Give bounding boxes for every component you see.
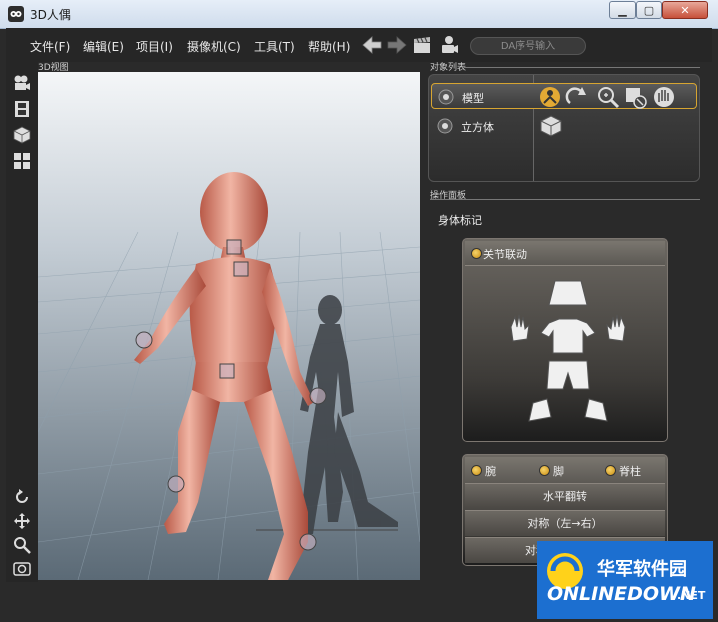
object-list-label: 对象列表 [430,63,467,73]
foot-radio[interactable] [539,465,550,476]
menu-project[interactable]: 项目(I) [136,38,173,55]
minimize-button[interactable]: ▁ [609,1,636,19]
cube-icon[interactable] [13,126,31,144]
menu-camera[interactable]: 摄像机(C) [187,38,241,55]
right-foot-icon [528,398,552,422]
clapperboard-icon[interactable] [411,34,433,56]
cube-tool-icon[interactable] [539,114,563,138]
body-part-selector[interactable] [503,275,633,435]
body-mark-label: 身体标记 [438,214,482,227]
horizontal-flip-button[interactable]: 水平翻转 [465,483,665,509]
menu-edit[interactable]: 编辑(E) [83,38,124,55]
maximize-button[interactable]: ▢ [636,1,662,19]
spine-label: 脊柱 [619,465,641,478]
forward-arrow-icon[interactable] [386,34,408,56]
head-part-icon [548,280,588,306]
close-button[interactable]: ✕ [662,1,708,19]
title-bar: 3D人偶 ▁ ▢ ✕ [0,0,718,29]
four-view-icon[interactable] [13,152,31,170]
menu-tools[interactable]: 工具(T) [254,38,295,55]
legs-part-icon [546,360,590,390]
spine-radio[interactable] [605,465,616,476]
hand-tool-icon [654,87,674,107]
joint-link-radio[interactable] [471,248,482,259]
camera-person-icon[interactable] [438,34,460,56]
film-strip-icon[interactable] [13,100,31,118]
da-number-input[interactable]: DA序号输入 [470,37,586,55]
joint-link-toggle[interactable]: 关节联动 [465,241,665,266]
left-hand-icon [606,314,626,342]
object-list: 模型 立方体 [428,74,700,182]
app-window: 3D人偶 ▁ ▢ ✕ 文件(F) 编辑(E) 项目(I) 摄像机(C) 工具(T… [0,0,718,622]
wrist-label: 腕 [485,465,496,478]
menu-bar: 文件(F) 编辑(E) 项目(I) 摄像机(C) 工具(T) 帮助(H) DA序… [6,28,712,62]
menu-file[interactable]: 文件(F) [30,38,70,55]
joint-link-label: 关节联动 [483,248,527,261]
rotate-view-icon[interactable] [13,488,31,506]
zoom-icon[interactable] [13,536,31,554]
3d-viewport[interactable] [38,72,420,580]
watermark-line1: 华军软件园 [597,559,687,580]
object-name: 模型 [462,92,484,105]
body-part-panel: 关节联动 [462,238,668,442]
pan-move-icon[interactable] [13,512,31,530]
left-foot-icon [584,398,608,422]
visibility-eye-icon[interactable] [438,89,454,105]
menu-help[interactable]: 帮助(H) [308,38,350,55]
object-row-model[interactable]: 模型 [431,83,697,109]
fit-view-icon[interactable] [13,560,31,578]
torso-part-icon [540,318,596,354]
wrist-radio[interactable] [471,465,482,476]
visibility-eye-icon[interactable] [437,118,453,134]
part-options: 腕 脚 脊柱 [465,457,665,483]
watermark-line2: ONLINEDOWN [547,583,696,605]
right-hand-icon [510,314,530,342]
object-row-cube[interactable]: 立方体 [431,113,697,139]
object-name: 立方体 [461,121,494,134]
symmetry-left-to-right-button[interactable]: 对称（左→右） [465,510,665,536]
watermark-line3: .NET [677,589,706,602]
site-watermark: 华军软件园 ONLINEDOWN .NET [537,541,713,619]
object-list-divider [464,67,700,68]
left-toolbar [6,62,38,582]
app-logo-icon [8,6,24,22]
foot-label: 脚 [553,465,564,478]
movie-camera-icon[interactable] [13,74,31,92]
3d-scene[interactable] [38,72,420,580]
operation-panel-divider [430,199,700,200]
model-tools[interactable] [538,85,698,109]
rotate-tool-icon [565,87,584,104]
window-title: 3D人偶 [30,8,71,22]
back-arrow-icon[interactable] [361,34,383,56]
